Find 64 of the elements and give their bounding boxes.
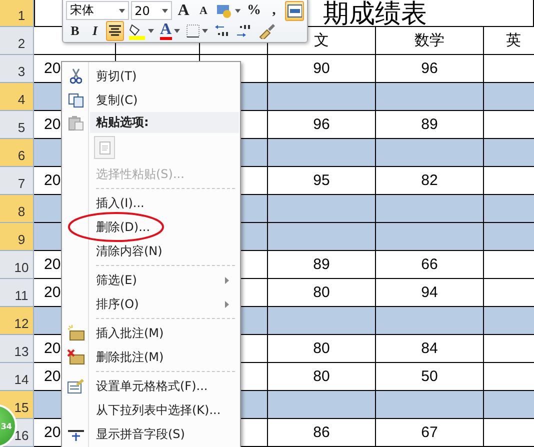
font-field[interactable]: 宋体 [66,1,129,20]
table-cell: 66 [376,251,484,279]
table-cell: 96 [268,111,376,139]
row-header[interactable]: 1 [0,0,34,27]
table-cell: 96 [376,55,484,83]
table-cell: 67 [376,419,484,447]
paint-bucket-icon [128,22,146,40]
row-header[interactable]: 12 [0,307,34,335]
menu-item[interactable]: 从下拉列表中选择(K)... [63,398,239,422]
copy-icon [68,92,84,108]
table-cell: 89 [376,111,484,139]
merge-cells-icon [286,4,302,18]
row-header[interactable]: 3 [0,55,34,83]
increase-decimal-icon [236,22,252,38]
caret-icon [162,8,168,12]
align-center-button[interactable] [106,20,124,40]
merge-button[interactable] [284,0,304,20]
row-header[interactable]: 9 [0,223,34,251]
row-header[interactable]: 8 [0,195,34,223]
grow-font-button[interactable]: A [174,0,192,20]
format-cells-icon [67,378,85,394]
row-header[interactable]: 11 [0,279,34,307]
row-header[interactable]: 4 [0,83,34,111]
row-header[interactable]: 7 [0,167,34,195]
row-header[interactable]: 14 [0,363,34,391]
clipboard-icon [68,114,84,130]
row-header[interactable]: 13 [0,335,34,363]
align-center-icon [108,24,122,36]
submenu-arrow-icon [225,300,229,308]
table-cell: 80 [268,335,376,363]
brush-icon [258,22,276,38]
font-color-button[interactable]: A [158,20,182,40]
table-cell: 84 [376,335,484,363]
table-cell: 50 [376,363,484,391]
row-header[interactable]: 10 [0,251,34,279]
table-cell: 89 [268,251,376,279]
caret-icon [118,8,125,12]
table-cell: 90 [268,55,376,83]
borders-icon [186,24,200,38]
table-cell: 数学 [376,27,484,55]
decrease-decimal-icon [214,22,230,38]
document-icon [98,140,110,155]
money-icon [216,2,234,18]
row-header[interactable]: 6 [0,139,34,167]
format-button[interactable]: , [264,0,283,20]
table-cell: 95 [268,167,376,195]
table-cell: 82 [376,167,484,195]
note-add-icon [67,325,85,341]
row-header[interactable]: 2 [0,27,34,55]
table-cell: 80 [268,363,376,391]
shrink-font-button[interactable]: A [194,0,212,20]
menu-item[interactable]: 删除(D)... [63,215,239,239]
menu-section-header: 粘贴选项: [90,112,239,133]
scissors-icon [70,68,82,84]
size-field[interactable]: 20 [130,1,172,20]
table-cell: 86 [268,419,376,447]
format-button[interactable]: % [244,0,263,20]
note-delete-icon [67,349,85,365]
row-header[interactable]: 5 [0,111,34,139]
caret-icon [235,8,241,12]
menu-item[interactable]: 复制(C) [63,88,239,112]
table-cell: 80 [268,279,376,307]
table-cell: 94 [376,279,484,307]
submenu-arrow-icon [225,276,229,284]
